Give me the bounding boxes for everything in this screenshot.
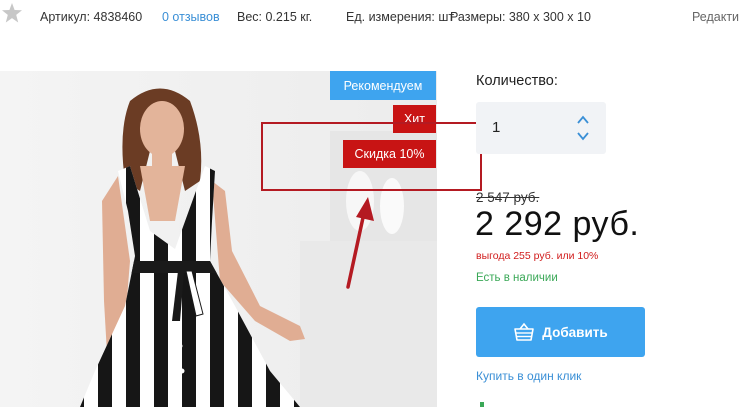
annotation-highlight-box	[261, 122, 482, 191]
star-icon[interactable]	[2, 2, 22, 24]
old-price: 2 547 руб.	[476, 190, 540, 205]
saving-text: выгода 255 руб. или 10%	[476, 250, 599, 262]
edit-link[interactable]: Редакти	[692, 10, 739, 24]
quantity-value[interactable]: 1	[492, 119, 500, 136]
chevron-up-icon[interactable]	[576, 114, 590, 126]
recommend-badge: Рекомендуем	[330, 71, 436, 100]
annotation-arrow-icon	[346, 197, 374, 289]
stock-status: Есть в наличии	[476, 272, 558, 284]
weight-info: Вес: 0.215 кг.	[237, 10, 313, 24]
add-to-cart-label: Добавить	[542, 324, 608, 340]
quantity-label: Количество:	[476, 73, 558, 89]
chevron-down-icon[interactable]	[576, 130, 590, 142]
quantity-stepper[interactable]: 1	[476, 102, 606, 154]
reviews-link[interactable]: 0 отзывов	[162, 10, 220, 24]
unit-info: Ед. измерения: шт	[346, 10, 455, 24]
cart-icon	[514, 322, 535, 341]
size-info: Размеры: 380 x 300 x 10	[450, 10, 591, 24]
current-price: 2 292 руб.	[475, 205, 640, 243]
add-to-cart-button[interactable]: Добавить	[476, 307, 645, 357]
article-number: Артикул: 4838460	[40, 10, 143, 24]
partial-bottom-icon	[480, 402, 484, 407]
product-meta-bar: Артикул: 4838460 0 отзывов Вес: 0.215 кг…	[0, 0, 740, 34]
buy-one-click-link[interactable]: Купить в один клик	[476, 369, 581, 383]
